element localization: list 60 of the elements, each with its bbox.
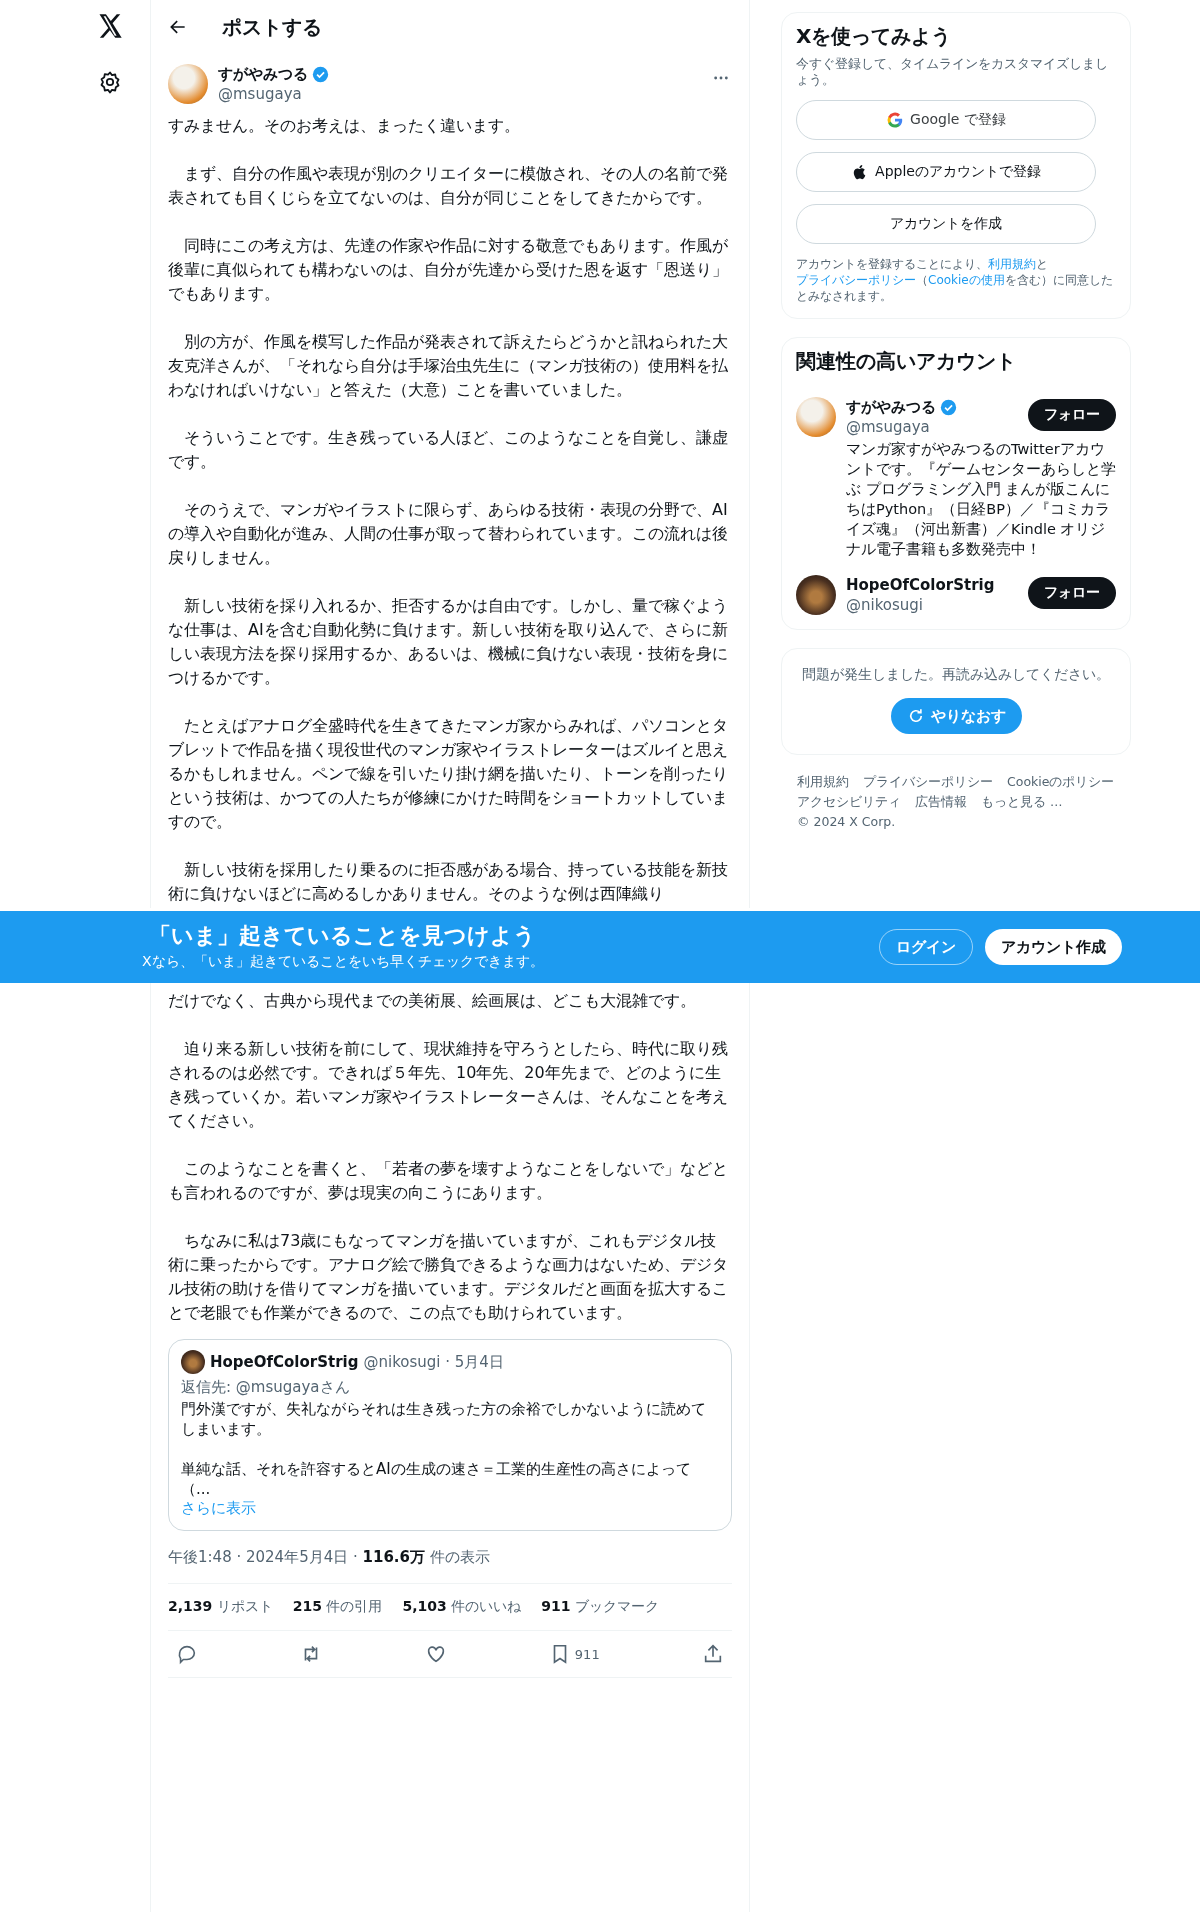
quote-author-name: HopeOfColorStrig bbox=[210, 1353, 359, 1371]
banner-title: 「いま」起きていることを見つけよう bbox=[149, 922, 537, 950]
account-bio: マンガ家すがやみつるのTwitterアカウントです。『ゲームセンターあらしと学ぶ プログラミング入門 まんが版こんにちはPython』（日経BP）／『コミカライズ魂』（河出新書）／Kindle オリジナル電子書籍も多数発売中！ bbox=[846, 440, 1116, 559]
g-logo-icon bbox=[886, 111, 905, 129]
post-paragraph: すみません。そのお考えは、まったく違います。 bbox=[168, 115, 521, 137]
banner-subtitle: Xなら、「いま」起きていることをいち早くチェックできます。 bbox=[142, 952, 544, 971]
stat-link[interactable]: 5,103 件のいいね bbox=[402, 1598, 522, 1616]
post-meta: 午後1:48 · 2024年5月4日 · 116.6万 件の表示 bbox=[168, 1548, 490, 1566]
legal-text: アカウントを登録することにより、利用規約 と プライバシーポリシー（Cookieの使用を含む）に同意したとみなされます。 bbox=[796, 256, 1114, 304]
error-message: 問題が発生しました。再読み込みしてください。 bbox=[802, 665, 1110, 684]
post-paragraph: だけでなく、古典から現代までの美術展、絵画展は、どこも大混雑です。 bbox=[168, 990, 697, 1012]
follow-button[interactable]: フォロー bbox=[1028, 399, 1116, 431]
page-title: ポストする bbox=[222, 13, 322, 41]
avatar[interactable] bbox=[796, 575, 836, 615]
card-title: 関連性の高いアカウント bbox=[796, 348, 1017, 375]
quote-meta: @nikosugi · 5月4日 bbox=[363, 1352, 504, 1372]
signup-button[interactable]: アカウントを作成 bbox=[796, 204, 1096, 244]
account-handle[interactable]: @nikosugi bbox=[846, 595, 995, 615]
signup-button[interactable]: Google で登録 bbox=[796, 100, 1096, 140]
footer-link[interactable]: 利用規約 bbox=[797, 773, 849, 791]
footer-link[interactable]: もっと見る … bbox=[981, 793, 1063, 811]
stat-link[interactable]: 911 ブックマーク bbox=[541, 1598, 659, 1616]
settings-icon[interactable] bbox=[98, 70, 122, 94]
signup-button[interactable]: Appleのアカウントで登録 bbox=[796, 152, 1096, 192]
footer-link[interactable]: アクセシビリティ bbox=[797, 793, 901, 811]
card-title: Xを使ってみよう bbox=[796, 23, 953, 50]
quote-paragraph: 単純な話、それを許容するとAIの生成の速さ＝工業的生産性の高さによって（... bbox=[181, 1459, 692, 1499]
author-handle[interactable]: @msugaya bbox=[218, 84, 329, 104]
footer-link[interactable]: Cookieのポリシー bbox=[1007, 773, 1115, 791]
post-paragraph: 別の方が、作風を模写した作品が発表されて訴えたらどうかと訊ねられた大友克洋さんが、「それなら自分は手塚治虫先生に（マンガ技術の）使用料を払わなければいけない」と答えた（大意）ことを書いていました。 bbox=[168, 331, 729, 401]
author-name[interactable]: すがやみつる bbox=[218, 64, 308, 84]
reply-to-text: 返信先: @msugayaさん bbox=[181, 1378, 351, 1397]
signup-button[interactable]: アカウント作成 bbox=[985, 929, 1122, 965]
quote-paragraph: 門外漢ですが、失礼ながらそれは生き残った方の余裕でしかないように読めてしまいます。 bbox=[181, 1399, 707, 1439]
post-paragraph: まず、自分の作風や表現が別のクリエイターに模倣され、その人の名前で発表されても目くじらを立てないのは、自分が同じことをしてきたからです。 bbox=[168, 163, 729, 209]
post-paragraph: 新しい技術を採用したり乗るのに拒否感がある場合、持っている技能を新技術に負けないほどに高めるしかありません。そのような例は西陣織り bbox=[168, 859, 729, 905]
reply-icon bbox=[176, 1643, 198, 1665]
account-handle[interactable]: @msugaya bbox=[846, 417, 957, 437]
follow-button[interactable]: フォロー bbox=[1028, 577, 1116, 609]
card-subtitle: 今すぐ登録して、タイムラインをカスタマイズしましょう。 bbox=[796, 56, 1109, 88]
avatar bbox=[181, 1350, 205, 1374]
post-paragraph: たとえばアナログ全盛時代を生きてきたマンガ家からみれば、パソコンとタブレットで作品を描く現役世代のマンガ家やイラストレーターはズルイと思えるかもしれません。ペンで線を引いたり掛け網を描いたり、トーンを削ったりという技術は、かつての人たちが修練にかけた時間をショートカットしていますので。 bbox=[168, 715, 729, 833]
footer-link[interactable]: 広告情報 bbox=[915, 793, 967, 811]
post-paragraph: そういうことです。生き残っている人ほど、このようなことを自覚し、謙虚です。 bbox=[168, 427, 729, 473]
footer-link[interactable]: プライバシーポリシー bbox=[863, 773, 993, 791]
footer-link[interactable]: © 2024 X Corp. bbox=[797, 813, 896, 831]
account-name[interactable]: HopeOfColorStrig bbox=[846, 575, 995, 595]
post-paragraph: 同時にこの考え方は、先達の作家や作品に対する敬意でもあります。作風が後輩に真似られても構わないのは、自分が先達から受けた恩を返す「恩送り」でもあります。 bbox=[168, 235, 729, 305]
quoted-post[interactable]: HopeOfColorStrig @nikosugi · 5月4日 返信先: @msugayaさん 門外漢ですが、失礼ながらそれは生き残った方の余裕でしかないように読めてしまいます。 単純な話、それを許容するとAIの生成の速さ＝工業的生産性の高さによって（... さらに表示 bbox=[168, 1339, 732, 1531]
stat-link[interactable]: 215 件の引用 bbox=[292, 1598, 383, 1616]
more-icon[interactable] bbox=[713, 76, 729, 80]
post-paragraph: このようなことを書くと、「若者の夢を壊すようなことをしないで」などとも言われるのですが、夢は現実の向こうにあります。 bbox=[168, 1158, 729, 1204]
bookmark-button[interactable]: 911 bbox=[544, 1639, 604, 1669]
stat-link[interactable]: 2,139 リポスト bbox=[168, 1598, 273, 1616]
post-paragraph: 新しい技術を採り入れるか、拒否するかは自由です。しかし、量で稼ぐような仕事は、AIを含む自動化勢に負けます。新しい技術を取り込んで、さらに新しい表現方法を探り採用するか、あるいは、機械に負けない表現・技術を身につけるかです。 bbox=[168, 595, 729, 689]
post-paragraph: ちなみに私は73歳にもなってマンガを描いていますが、これもデジタル技術に乗ったからです。アナログ絵で勝負できるような画力はないため、デジタル技術の助けを借りてマンガを描いています。デジタルだと画面を拡大することで老眼でも作業ができるので、この点でも助けられています。 bbox=[168, 1230, 729, 1324]
verified-badge-icon bbox=[940, 398, 957, 416]
account-name[interactable]: すがやみつる bbox=[846, 397, 936, 417]
post-paragraph: 迫り来る新しい技術を前にして、現状維持を守ろうとしたら、時代に取り残されるのは必然です。できれば５年先、10年先、20年先まで、どのように生き残っていくか。若いマンガ家やイラストレーターさんは、そんなことを考えてください。 bbox=[168, 1038, 729, 1132]
post-paragraph: そのうえで、マンガやイラストに限らず、あらゆる技術・表現の分野で、AIの導入や自動化が進み、人間の仕事が取って替わられています。この流れは後戻りしません。 bbox=[168, 499, 729, 569]
